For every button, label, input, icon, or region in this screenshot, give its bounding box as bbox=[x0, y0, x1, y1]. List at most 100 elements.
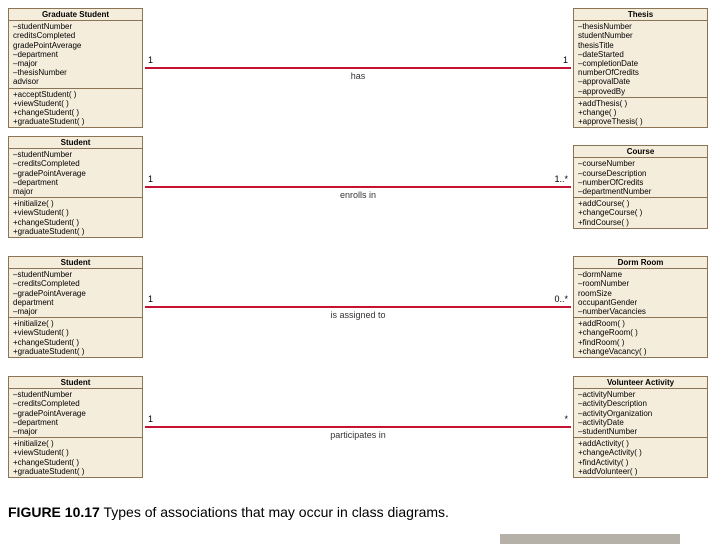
uml-attribute: gradePointAverage bbox=[13, 41, 138, 50]
uml-operation: +graduateStudent( ) bbox=[13, 117, 138, 126]
association-line: 11has bbox=[145, 67, 571, 69]
uml-operation: +changeStudent( ) bbox=[13, 338, 138, 347]
uml-attribute: –thesisNumber bbox=[13, 68, 138, 77]
uml-attribute: –studentNumber bbox=[13, 390, 138, 399]
uml-attributes: –courseNumber–courseDescription–numberOf… bbox=[574, 158, 707, 198]
uml-operation: +addRoom( ) bbox=[578, 319, 703, 328]
uml-operations: +initialize( )+viewStudent( )+changeStud… bbox=[9, 318, 142, 357]
uml-operation: +changeCourse( ) bbox=[578, 208, 703, 217]
uml-class: Thesis–thesisNumberstudentNumberthesisTi… bbox=[573, 8, 708, 128]
uml-class-name: Graduate Student bbox=[9, 9, 142, 21]
uml-class: Student–studentNumber–creditsCompleted–g… bbox=[8, 136, 143, 238]
caption-text: Types of associations that may occur in … bbox=[100, 504, 449, 520]
uml-operation: +addActivity( ) bbox=[578, 439, 703, 448]
uml-operation: +changeStudent( ) bbox=[13, 108, 138, 117]
uml-operation: +viewStudent( ) bbox=[13, 328, 138, 337]
uml-attribute: –approvedBy bbox=[578, 87, 703, 96]
uml-attribute: –major bbox=[13, 307, 138, 316]
uml-class-name: Thesis bbox=[574, 9, 707, 21]
uml-class: Course–courseNumber–courseDescription–nu… bbox=[573, 145, 708, 229]
uml-attribute: –roomNumber bbox=[578, 279, 703, 288]
uml-class: Graduate Student–studentNumbercreditsCom… bbox=[8, 8, 143, 128]
uml-operation: +approveThesis( ) bbox=[578, 117, 703, 126]
uml-operation: +findActivity( ) bbox=[578, 458, 703, 467]
uml-class-name: Student bbox=[9, 257, 142, 269]
uml-operations: +acceptStudent( )+viewStudent( )+changeS… bbox=[9, 89, 142, 128]
uml-attribute: –thesisNumber bbox=[578, 22, 703, 31]
uml-operation: +change( ) bbox=[578, 108, 703, 117]
uml-attribute: –major bbox=[13, 427, 138, 436]
uml-operation: +graduateStudent( ) bbox=[13, 347, 138, 356]
uml-attribute: numberOfCredits bbox=[578, 68, 703, 77]
uml-operation: +changeStudent( ) bbox=[13, 458, 138, 467]
multiplicity-right: * bbox=[564, 414, 568, 424]
uml-operation: +graduateStudent( ) bbox=[13, 227, 138, 236]
uml-attribute: –activityDescription bbox=[578, 399, 703, 408]
uml-class: Dorm Room–dormName–roomNumberroomSizeocc… bbox=[573, 256, 708, 358]
uml-operation: +viewStudent( ) bbox=[13, 99, 138, 108]
uml-operations: +initialize( )+viewStudent( )+changeStud… bbox=[9, 198, 142, 237]
association-line: 11..*enrolls in bbox=[145, 186, 571, 188]
uml-attribute: –gradePointAverage bbox=[13, 289, 138, 298]
uml-operation: +initialize( ) bbox=[13, 319, 138, 328]
uml-attributes: –dormName–roomNumberroomSizeoccupantGend… bbox=[574, 269, 707, 318]
figure-caption: FIGURE 10.17 Types of associations that … bbox=[8, 504, 712, 520]
uml-association-row: Student–studentNumber–creditsCompleted–g… bbox=[8, 376, 708, 478]
uml-attribute: –department bbox=[13, 50, 138, 59]
uml-attribute: roomSize bbox=[578, 289, 703, 298]
uml-attribute: –courseDescription bbox=[578, 169, 703, 178]
uml-operation: +changeActivity( ) bbox=[578, 448, 703, 457]
uml-association-row: Student–studentNumber–creditsCompleted–g… bbox=[8, 256, 708, 358]
association-label: participates in bbox=[330, 430, 386, 440]
association-label: enrolls in bbox=[340, 190, 376, 200]
uml-attribute: –studentNumber bbox=[13, 150, 138, 159]
uml-class: Student–studentNumber–creditsCompleted–g… bbox=[8, 376, 143, 478]
uml-attribute: –numberOfCredits bbox=[578, 178, 703, 187]
uml-operation: +addThesis( ) bbox=[578, 99, 703, 108]
uml-association-row: Graduate Student–studentNumbercreditsCom… bbox=[8, 8, 708, 128]
uml-attribute: –courseNumber bbox=[578, 159, 703, 168]
uml-attribute: advisor bbox=[13, 77, 138, 86]
uml-attribute: –creditsCompleted bbox=[13, 279, 138, 288]
multiplicity-right: 1 bbox=[563, 55, 568, 65]
uml-attribute: occupantGender bbox=[578, 298, 703, 307]
uml-attribute: –activityOrganization bbox=[578, 409, 703, 418]
uml-attribute: –studentNumber bbox=[578, 427, 703, 436]
uml-operations: +addCourse( )+changeCourse( )+findCourse… bbox=[574, 198, 707, 228]
uml-operations: +addThesis( )+change( )+approveThesis( ) bbox=[574, 98, 707, 128]
uml-operation: +findRoom( ) bbox=[578, 338, 703, 347]
uml-attribute: –department bbox=[13, 418, 138, 427]
uml-attribute: –numberVacancies bbox=[578, 307, 703, 316]
association-label: is assigned to bbox=[330, 310, 385, 320]
uml-attribute: –approvalDate bbox=[578, 77, 703, 86]
uml-attribute: –creditsCompleted bbox=[13, 399, 138, 408]
uml-operations: +addRoom( )+changeRoom( )+findRoom( )+ch… bbox=[574, 318, 707, 357]
uml-class: Volunteer Activity–activityNumber–activi… bbox=[573, 376, 708, 478]
footer-accent bbox=[500, 534, 680, 544]
uml-attribute: department bbox=[13, 298, 138, 307]
uml-class-name: Student bbox=[9, 377, 142, 389]
uml-operations: +addActivity( )+changeActivity( )+findAc… bbox=[574, 438, 707, 477]
uml-attribute: –gradePointAverage bbox=[13, 409, 138, 418]
uml-attributes: –activityNumber–activityDescription–acti… bbox=[574, 389, 707, 438]
uml-operation: +initialize( ) bbox=[13, 199, 138, 208]
uml-operation: +graduateStudent( ) bbox=[13, 467, 138, 476]
uml-attribute: –gradePointAverage bbox=[13, 169, 138, 178]
uml-attribute: creditsCompleted bbox=[13, 31, 138, 40]
uml-attribute: –studentNumber bbox=[13, 270, 138, 279]
uml-attributes: –studentNumber–creditsCompleted–gradePoi… bbox=[9, 149, 142, 198]
uml-attribute: –major bbox=[13, 59, 138, 68]
uml-operation: +changeRoom( ) bbox=[578, 328, 703, 337]
uml-class-name: Volunteer Activity bbox=[574, 377, 707, 389]
association-line: 10..*is assigned to bbox=[145, 306, 571, 308]
uml-class-name: Course bbox=[574, 146, 707, 158]
uml-attribute: –completionDate bbox=[578, 59, 703, 68]
uml-attribute: –dateStarted bbox=[578, 50, 703, 59]
association-line: 1*participates in bbox=[145, 426, 571, 428]
uml-attributes: –studentNumber–creditsCompleted–gradePoi… bbox=[9, 269, 142, 318]
multiplicity-left: 1 bbox=[148, 294, 153, 304]
uml-attribute: studentNumber bbox=[578, 31, 703, 40]
multiplicity-left: 1 bbox=[148, 174, 153, 184]
uml-class-name: Student bbox=[9, 137, 142, 149]
uml-operation: +findCourse( ) bbox=[578, 218, 703, 227]
